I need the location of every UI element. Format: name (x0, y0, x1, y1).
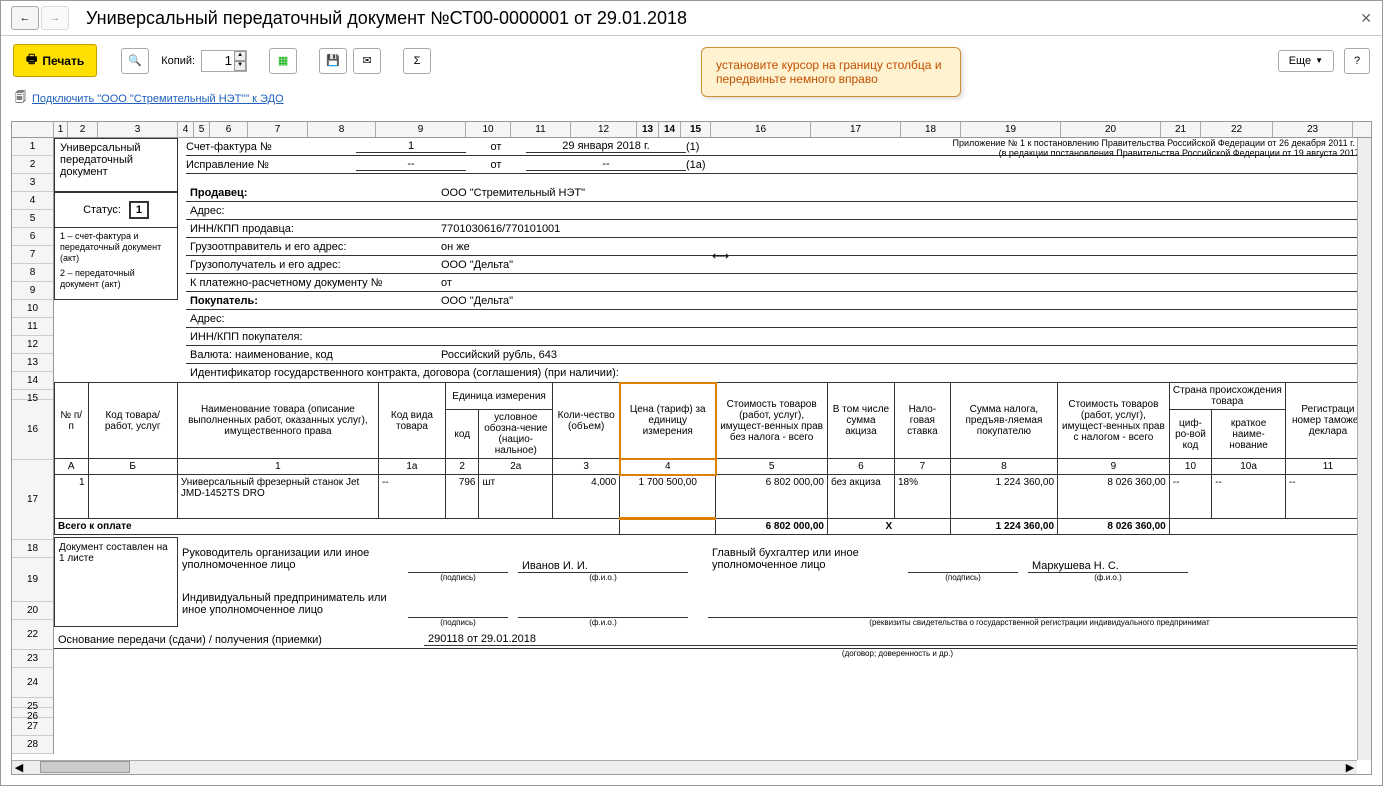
sum-button[interactable]: Σ (403, 48, 431, 74)
doc-type-line3: документ (60, 166, 172, 178)
base-label: Основание передачи (сдачи) / получения (… (54, 634, 424, 646)
items-table: № п/п Код товара/ работ, услуг Наименова… (54, 382, 1371, 535)
price-cell-highlighted: 1 700 500,00 (620, 475, 716, 519)
buyer-value: ООО "Дельта" (436, 295, 1371, 307)
paydoc-value: от (436, 277, 1371, 289)
shipper-value: он же (436, 241, 1371, 253)
spreadsheet-area[interactable]: 1 2 3 4 5 6 7 8 9 10 11 12 13 14 15 16 1… (11, 121, 1372, 775)
printer-icon: 🖶 (26, 50, 37, 71)
invoice-from: от (466, 141, 526, 153)
help-button[interactable]: ? (1344, 48, 1370, 74)
correction-date: -- (526, 158, 686, 171)
horizontal-scrollbar[interactable]: ◀▶ (12, 760, 1357, 774)
head-fio: Иванов И. И. (518, 560, 688, 573)
contract-id-label: Идентификатор государственного контракта… (186, 367, 619, 379)
copies-spinner[interactable]: ▲▼ (234, 51, 246, 71)
nav-back-button[interactable]: ← (11, 6, 39, 30)
ip-label: Индивидуальный предприниматель или иное … (178, 590, 408, 618)
table-row[interactable]: 1 Универсальный фрезерный станок Jet JMD… (55, 475, 1371, 519)
doc-type-line1: Универсальный (60, 142, 172, 154)
seller-value: ООО "Стремительный НЭТ" (436, 187, 1371, 199)
window-title: Универсальный передаточный документ №СТ0… (86, 8, 1360, 29)
more-button[interactable]: Еще▼ (1278, 50, 1334, 72)
invoice-num-label: Счет-фактура № (186, 141, 356, 153)
addr-label: Адрес: (186, 205, 436, 217)
acc-fio: Маркушева Н. С. (1028, 560, 1188, 573)
receiver-label: Грузополучатель и его адрес: (186, 259, 436, 271)
status-legend-1: 1 – счет-фактура и передаточный документ… (60, 231, 172, 264)
save-button[interactable]: 💾 (319, 48, 347, 74)
row-numbers[interactable]: 123 456 789 101112 131415 1617 1819 20 2… (12, 138, 54, 754)
seller-label: Продавец: (186, 187, 436, 199)
edo-link[interactable]: Подключить "ООО "Стремительный НЭТ"" к Э… (32, 93, 284, 105)
correction-num: -- (356, 158, 466, 171)
copies-label: Копий: (161, 55, 195, 67)
inn-value: 7701030616/770101001 (436, 223, 1371, 235)
buyer-label: Покупатель: (186, 295, 436, 307)
close-icon[interactable]: ✕ (1360, 10, 1372, 27)
nav-forward-button[interactable]: → (41, 6, 69, 30)
buyer-addr-label: Адрес: (186, 313, 436, 325)
invoice-date: 29 января 2018 г. (526, 140, 686, 153)
edo-icon: 🗐 (15, 89, 26, 108)
shipper-label: Грузоотправитель и его адрес: (186, 241, 436, 253)
status-value: 1 (129, 201, 149, 219)
gov-note-2: (в редакции постановления Правительства … (953, 148, 1367, 158)
currency-label: Валюта: наименование, код (186, 349, 436, 361)
correction-code: (1а) (686, 159, 716, 171)
resize-cursor-icon: ⟷ (712, 249, 729, 263)
inn-label: ИНН/КПП продавца: (186, 223, 436, 235)
receiver-value: ООО "Дельта" (436, 259, 1371, 271)
paydoc-label: К платежно-расчетному документу № (186, 277, 436, 289)
correction-label: Исправление № (186, 159, 356, 171)
currency-value: Российский рубль, 643 (436, 349, 1371, 361)
base-sub: (договор; доверенность и др.) (424, 649, 1371, 658)
grid-button[interactable]: ▦ (269, 48, 297, 74)
rekv-note: (реквизиты свидетельства о государственн… (708, 618, 1371, 627)
doc-pages: Документ составлен на 1 листе (54, 537, 178, 627)
totals-row: Всего к оплате 6 802 000,00 X 1 224 360,… (55, 519, 1371, 535)
head-label: Руководитель организации или иное уполно… (178, 545, 408, 573)
hint-callout: установите курсор на границу столбца и п… (701, 47, 961, 97)
preview-button[interactable]: 🔍 (121, 48, 149, 74)
invoice-num: 1 (356, 140, 466, 153)
buyer-inn-label: ИНН/КПП покупателя: (186, 331, 436, 343)
email-button[interactable]: ✉ (353, 48, 381, 74)
doc-type-line2: передаточный (60, 154, 172, 166)
column-ruler[interactable]: 1 2 3 4 5 6 7 8 9 10 11 12 13 14 15 16 1… (12, 122, 1371, 138)
status-legend-2: 2 – передаточный документ (акт) (60, 268, 172, 290)
gov-note-1: Приложение № 1 к постановлению Правитель… (953, 138, 1367, 148)
status-label: Статус: (83, 204, 121, 216)
acc-label: Главный бухгалтер или иное уполномоченно… (708, 545, 908, 573)
base-value: 290118 от 29.01.2018 (424, 633, 1371, 646)
vertical-scrollbar[interactable] (1357, 122, 1371, 760)
invoice-code: (1) (686, 141, 716, 153)
print-button[interactable]: 🖶 Печать (13, 44, 97, 77)
